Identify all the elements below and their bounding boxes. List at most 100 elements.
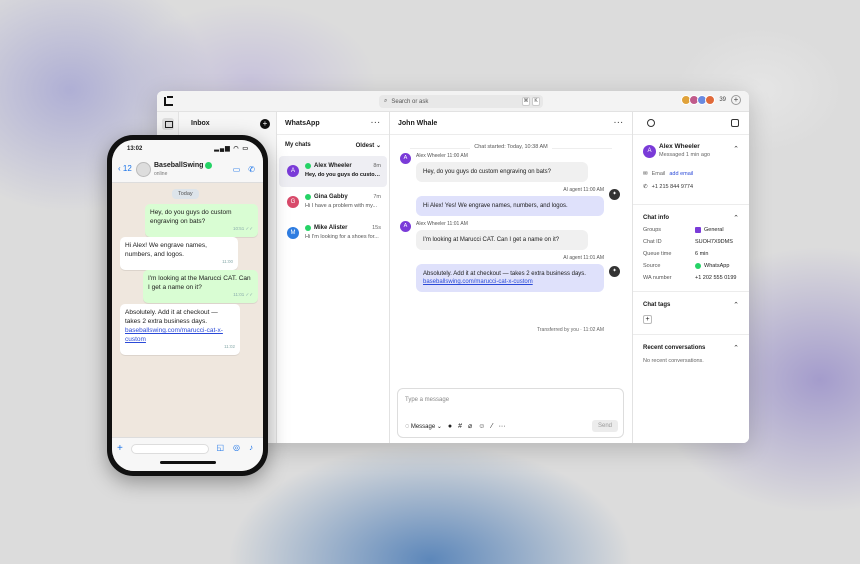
chevron-up-icon[interactable]: ⌃ bbox=[733, 214, 739, 222]
chat-started-note: Chat started: Today, 10:38 AM bbox=[390, 144, 632, 150]
ai-agent-icon bbox=[609, 189, 620, 200]
shortcut-key-k: K bbox=[532, 97, 540, 106]
chevron-up-icon[interactable]: ⌃ bbox=[733, 145, 739, 153]
attachment-icon[interactable]: ⌀ bbox=[468, 422, 472, 430]
list-item[interactable]: A Alex Wheeler 8m Hey, do you guys do cu… bbox=[279, 156, 387, 187]
info-key: Chat ID bbox=[643, 239, 662, 245]
conversation-name: Alex Wheeler bbox=[305, 163, 383, 169]
avatar: A bbox=[643, 145, 656, 158]
composer-toolbar: ◌ Message ⌄ ● # ⌀ ☺ ⁄ ··· bbox=[405, 422, 506, 431]
avatar[interactable] bbox=[136, 162, 151, 177]
microphone-icon[interactable]: ♪ bbox=[249, 443, 253, 452]
video-call-icon[interactable]: ▭ bbox=[233, 165, 241, 174]
hashtag-icon[interactable]: # bbox=[458, 423, 462, 430]
info-value: WhatsApp bbox=[695, 263, 729, 269]
chat-info-section: Chat info ⌃ Groups General Chat ID SUOH7X9… bbox=[633, 205, 749, 292]
send-button[interactable]: Send bbox=[592, 420, 618, 432]
message-bubble: I'm looking at Marucci CAT. Can I get a … bbox=[416, 230, 588, 250]
message: AI agent 11:00 AM Hi Alex! Yes! We engra… bbox=[416, 187, 604, 216]
avatar bbox=[705, 95, 716, 105]
info-value: SUOH7X9DMS bbox=[695, 239, 733, 245]
business-name-text: BaseballSwing bbox=[154, 162, 204, 169]
chat-started-text: Chat started: Today, 10:38 AM bbox=[470, 144, 552, 150]
inbox-rail-icon[interactable] bbox=[162, 118, 174, 130]
search-placeholder: Search or ask bbox=[391, 98, 429, 105]
more-options-icon[interactable]: ··· bbox=[371, 120, 381, 127]
list-filter: My chats Oldest ⌄ bbox=[277, 135, 389, 156]
search-input[interactable]: ⌕ Search or ask ⌘ K bbox=[379, 95, 543, 108]
plus-icon[interactable]: + bbox=[117, 443, 123, 454]
recent-conversations-section: Recent conversations ⌃ No recent convers… bbox=[633, 335, 749, 374]
sort-dropdown[interactable]: Oldest ⌄ bbox=[356, 142, 381, 149]
info-value-text: General bbox=[704, 227, 724, 233]
chat-panel: John Whale ··· Chat started: Today, 10:3… bbox=[390, 112, 632, 443]
info-value: General bbox=[695, 227, 724, 233]
details-sidebar: A Alex Wheeler Messaged 1 min ago ⌃ ✉ Em… bbox=[632, 112, 749, 443]
more-options-icon[interactable]: ··· bbox=[499, 423, 506, 430]
chat-title: John Whale bbox=[398, 119, 438, 127]
chevron-up-icon[interactable]: ⌃ bbox=[733, 301, 739, 309]
info-value: 6 min bbox=[695, 251, 709, 257]
filter-label[interactable]: My chats bbox=[285, 142, 311, 149]
camera-icon[interactable]: ◎ bbox=[233, 443, 240, 452]
message: AI agent 11:01 AM Absolutely. Add it at … bbox=[416, 255, 604, 292]
app-logo-icon bbox=[164, 96, 173, 106]
info-icon[interactable]: ● bbox=[448, 423, 452, 430]
profile-icon[interactable] bbox=[647, 119, 655, 127]
more-options-icon[interactable]: ··· bbox=[614, 120, 624, 127]
phone-row: ✆ +1 215 844 9774 bbox=[643, 184, 693, 190]
add-email-link[interactable]: add email bbox=[669, 171, 693, 177]
list-item[interactable]: M Mike Alister 15s Hi I'm looking for a … bbox=[279, 218, 387, 249]
chevron-up-icon[interactable]: ⌃ bbox=[733, 344, 739, 352]
phone-call-icon[interactable]: ✆ bbox=[248, 165, 255, 174]
contact-card: A Alex Wheeler Messaged 1 min ago ⌃ ✉ Em… bbox=[633, 135, 749, 205]
message-bubble: Hi Alex! We engrave names, numbers, and … bbox=[120, 237, 238, 270]
magic-wand-icon[interactable]: ⁄ bbox=[491, 423, 492, 430]
message-input[interactable] bbox=[131, 444, 209, 454]
conversation-name-text: Gina Gabby bbox=[314, 194, 348, 200]
info-key: WA number bbox=[643, 275, 672, 281]
inbox-title: Inbox bbox=[191, 120, 210, 127]
back-count: 12 bbox=[122, 164, 132, 173]
whatsapp-icon bbox=[695, 263, 701, 269]
avatar: A bbox=[287, 165, 299, 177]
message-link[interactable]: baseballswing.com/marucci-cat-x-custom bbox=[423, 278, 597, 286]
info-row: WA number +1 202 555 0199 bbox=[643, 275, 739, 281]
message-mode-dropdown[interactable]: ◌ Message ⌄ bbox=[405, 423, 442, 430]
shortcut-key-cmd: ⌘ bbox=[522, 97, 530, 106]
conversation-preview: Hi I'm looking for a shoes for... bbox=[305, 234, 379, 240]
message: Alex Wheeler 11:00 AM Hey, do you guys d… bbox=[416, 153, 588, 182]
message-composer[interactable]: Type a message ◌ Message ⌄ ● # ⌀ ☺ ⁄ ···… bbox=[397, 388, 624, 438]
ai-agent-icon bbox=[609, 266, 620, 277]
avatar: A bbox=[400, 221, 411, 232]
conversation-preview: Hi I have a problem with my... bbox=[305, 203, 378, 209]
sticker-icon[interactable]: ◱ bbox=[216, 443, 224, 452]
add-member-button[interactable]: + bbox=[731, 95, 741, 105]
message-text: Absolutely. Add it at checkout — takes 2… bbox=[125, 309, 218, 325]
contact-last-seen: Messaged 1 min ago bbox=[659, 152, 711, 158]
list-item[interactable]: G Gina Gabby 7m Hi I have a problem with… bbox=[279, 187, 387, 218]
whatsapp-input-bar: + ◱ ◎ ♪ bbox=[112, 437, 263, 471]
conversation-name: Gina Gabby bbox=[305, 194, 383, 200]
list-header: WhatsApp ··· bbox=[277, 112, 389, 135]
new-chat-button[interactable]: + bbox=[260, 119, 270, 129]
message-bubble: Absolutely. Add it at checkout — takes 2… bbox=[120, 304, 240, 355]
home-indicator bbox=[160, 461, 216, 464]
conversation-time: 7m bbox=[373, 194, 381, 200]
group-icon bbox=[695, 227, 701, 233]
emoji-icon[interactable]: ☺ bbox=[478, 423, 485, 430]
list-title: WhatsApp bbox=[285, 119, 320, 127]
status-time: 13:02 bbox=[127, 146, 143, 152]
whatsapp-icon bbox=[305, 194, 311, 200]
section-title: Chat info bbox=[643, 215, 669, 221]
search-icon: ⌕ bbox=[384, 98, 388, 104]
mail-icon: ✉ bbox=[643, 171, 648, 177]
composer-placeholder: Type a message bbox=[405, 397, 450, 403]
add-tag-button[interactable]: + bbox=[643, 315, 652, 324]
team-avatars[interactable]: 39 + bbox=[681, 95, 741, 105]
back-button[interactable]: ‹ 12 bbox=[118, 164, 132, 173]
info-value: +1 202 555 0199 bbox=[695, 275, 737, 281]
call-icons: ▭ ✆ bbox=[233, 165, 255, 174]
panel-toggle-icon[interactable] bbox=[731, 119, 739, 127]
info-key: Source bbox=[643, 263, 661, 269]
